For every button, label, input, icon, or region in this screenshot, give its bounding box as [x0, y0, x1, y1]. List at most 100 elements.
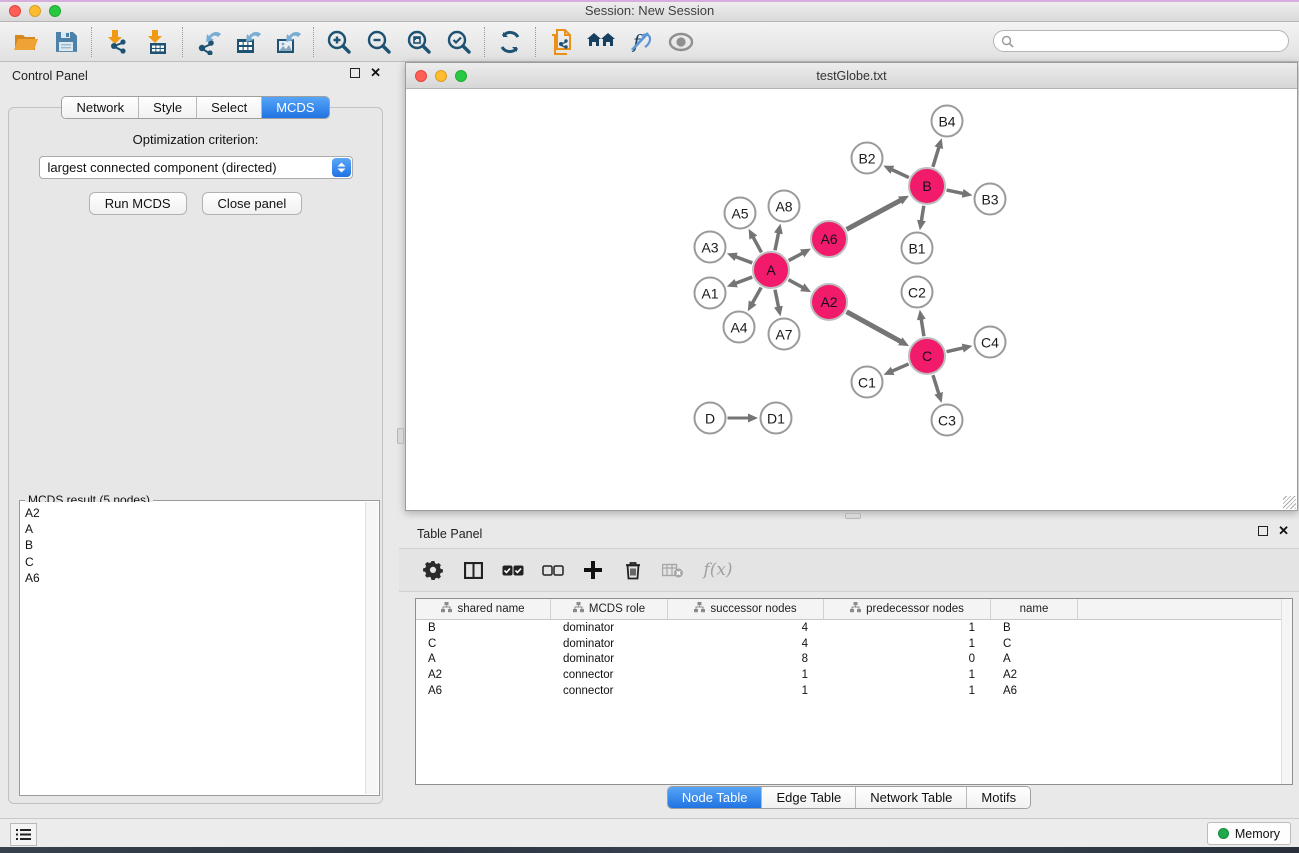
tab-select[interactable]: Select [197, 97, 262, 118]
table-row[interactable]: A6connector11A6 [416, 683, 1292, 699]
add-row-button[interactable] [581, 557, 605, 583]
table-row[interactable]: Adominator80A [416, 651, 1292, 667]
delete-table-icon [662, 563, 684, 578]
node-A4[interactable]: A4 [723, 311, 756, 344]
node-A[interactable]: A [752, 251, 790, 289]
zoom-selected-button[interactable] [439, 25, 479, 59]
result-item[interactable]: A6 [21, 570, 365, 586]
run-mcds-button[interactable]: Run MCDS [89, 192, 187, 215]
table-row[interactable]: Cdominator41C [416, 636, 1292, 652]
deselect-all-button[interactable] [541, 557, 565, 583]
memory-button[interactable]: Memory [1207, 822, 1291, 845]
table-cell: A6 [416, 685, 551, 697]
tab-network-table[interactable]: Network Table [856, 787, 967, 808]
node-A2[interactable]: A2 [810, 283, 848, 321]
hide-function-button[interactable]: f [621, 25, 661, 59]
network-canvas[interactable]: B4 B2 B B3 A8 A5 A6 A3 B1 A C2 A1 A2 A4 A7 C4 C C1 D D1 C3 [406, 89, 1297, 510]
tab-motifs[interactable]: Motifs [967, 787, 1030, 808]
close-table-panel-icon[interactable]: ✕ [1278, 526, 1289, 536]
zoom-out-button[interactable] [359, 25, 399, 59]
result-item[interactable]: A [21, 521, 365, 537]
tab-node-table[interactable]: Node Table [668, 787, 763, 808]
tab-edge-table[interactable]: Edge Table [762, 787, 856, 808]
node-C2[interactable]: C2 [901, 276, 934, 309]
float-table-panel-icon[interactable] [1258, 526, 1268, 536]
eye-icon [667, 32, 695, 52]
node-C[interactable]: C [908, 337, 946, 375]
node-B1[interactable]: B1 [901, 232, 934, 265]
node-A3[interactable]: A3 [694, 231, 727, 264]
node-D1[interactable]: D1 [760, 402, 793, 435]
node-A6[interactable]: A6 [810, 220, 848, 258]
control-panel-tabs: NetworkStyleSelectMCDS [0, 96, 391, 119]
node-C1[interactable]: C1 [851, 366, 884, 399]
node-B4[interactable]: B4 [931, 105, 964, 138]
task-history-button[interactable] [10, 823, 37, 846]
result-item[interactable]: B [21, 537, 365, 553]
edge-A-A6 [789, 253, 803, 260]
node-A5[interactable]: A5 [724, 197, 757, 230]
node-D[interactable]: D [694, 402, 727, 435]
home-button[interactable] [581, 25, 621, 59]
search-field[interactable] [993, 30, 1289, 52]
import-table-button[interactable] [137, 25, 177, 59]
network-window-titlebar[interactable]: testGlobe.txt [406, 63, 1297, 89]
import-network-button[interactable] [97, 25, 137, 59]
export-image-button[interactable] [268, 25, 308, 59]
table-row[interactable]: A2connector11A2 [416, 667, 1292, 683]
criterion-select[interactable]: largest connected component (directed) [39, 156, 353, 179]
table-settings-button[interactable] [421, 557, 445, 583]
network-document-button[interactable] [541, 25, 581, 59]
float-panel-icon[interactable] [350, 68, 360, 78]
node-A8[interactable]: A8 [768, 190, 801, 223]
table-scrollbar[interactable] [1281, 599, 1292, 784]
select-all-button[interactable] [501, 557, 525, 583]
open-folder-icon [13, 30, 39, 54]
column-header-predecessor-nodes[interactable]: predecessor nodes [824, 599, 991, 619]
close-panel-icon[interactable]: ✕ [370, 68, 381, 78]
result-item[interactable]: C [21, 554, 365, 570]
column-label: MCDS role [589, 603, 645, 615]
vertical-splitter-handle[interactable] [397, 428, 404, 444]
save-session-button[interactable] [46, 25, 86, 59]
search-input[interactable] [1014, 34, 1288, 48]
result-item[interactable]: A2 [21, 505, 365, 521]
node-B3[interactable]: B3 [974, 183, 1007, 216]
table-row[interactable]: Bdominator41B [416, 620, 1292, 636]
tab-style[interactable]: Style [139, 97, 197, 118]
import-table-icon [144, 29, 170, 55]
result-list-scrollbar[interactable] [365, 502, 378, 794]
close-panel-button[interactable]: Close panel [202, 192, 303, 215]
delete-rows-button[interactable] [621, 557, 645, 583]
column-header-shared-name[interactable]: shared name [416, 599, 551, 619]
tab-network[interactable]: Network [62, 97, 139, 118]
function-builder-button[interactable]: f(x) [701, 557, 735, 583]
node-A7[interactable]: A7 [768, 318, 801, 351]
edge-A-A7 [775, 290, 779, 307]
table-cell: 4 [668, 622, 824, 634]
mcds-result-list: A2ABCA6 [21, 502, 365, 794]
plus-icon [584, 561, 602, 579]
tab-mcds[interactable]: MCDS [262, 97, 328, 118]
column-header-name[interactable]: name [991, 599, 1078, 619]
zoom-fit-button[interactable] [399, 25, 439, 59]
node-B2[interactable]: B2 [851, 142, 884, 175]
node-B[interactable]: B [908, 167, 946, 205]
open-session-button[interactable] [6, 25, 46, 59]
resize-grip[interactable] [1283, 496, 1296, 509]
column-view-button[interactable] [461, 557, 485, 583]
delete-table-button[interactable] [661, 557, 685, 583]
table-cell: A6 [991, 685, 1078, 697]
export-network-button[interactable] [188, 25, 228, 59]
refresh-icon [498, 30, 522, 54]
horizontal-splitter-handle[interactable] [845, 513, 861, 519]
zoom-in-button[interactable] [319, 25, 359, 59]
column-header-successor-nodes[interactable]: successor nodes [668, 599, 824, 619]
export-table-button[interactable] [228, 25, 268, 59]
node-A1[interactable]: A1 [694, 277, 727, 310]
show-eye-button[interactable] [661, 25, 701, 59]
column-header-MCDS-role[interactable]: MCDS role [551, 599, 668, 619]
node-C3[interactable]: C3 [931, 404, 964, 437]
refresh-button[interactable] [490, 25, 530, 59]
node-C4[interactable]: C4 [974, 326, 1007, 359]
